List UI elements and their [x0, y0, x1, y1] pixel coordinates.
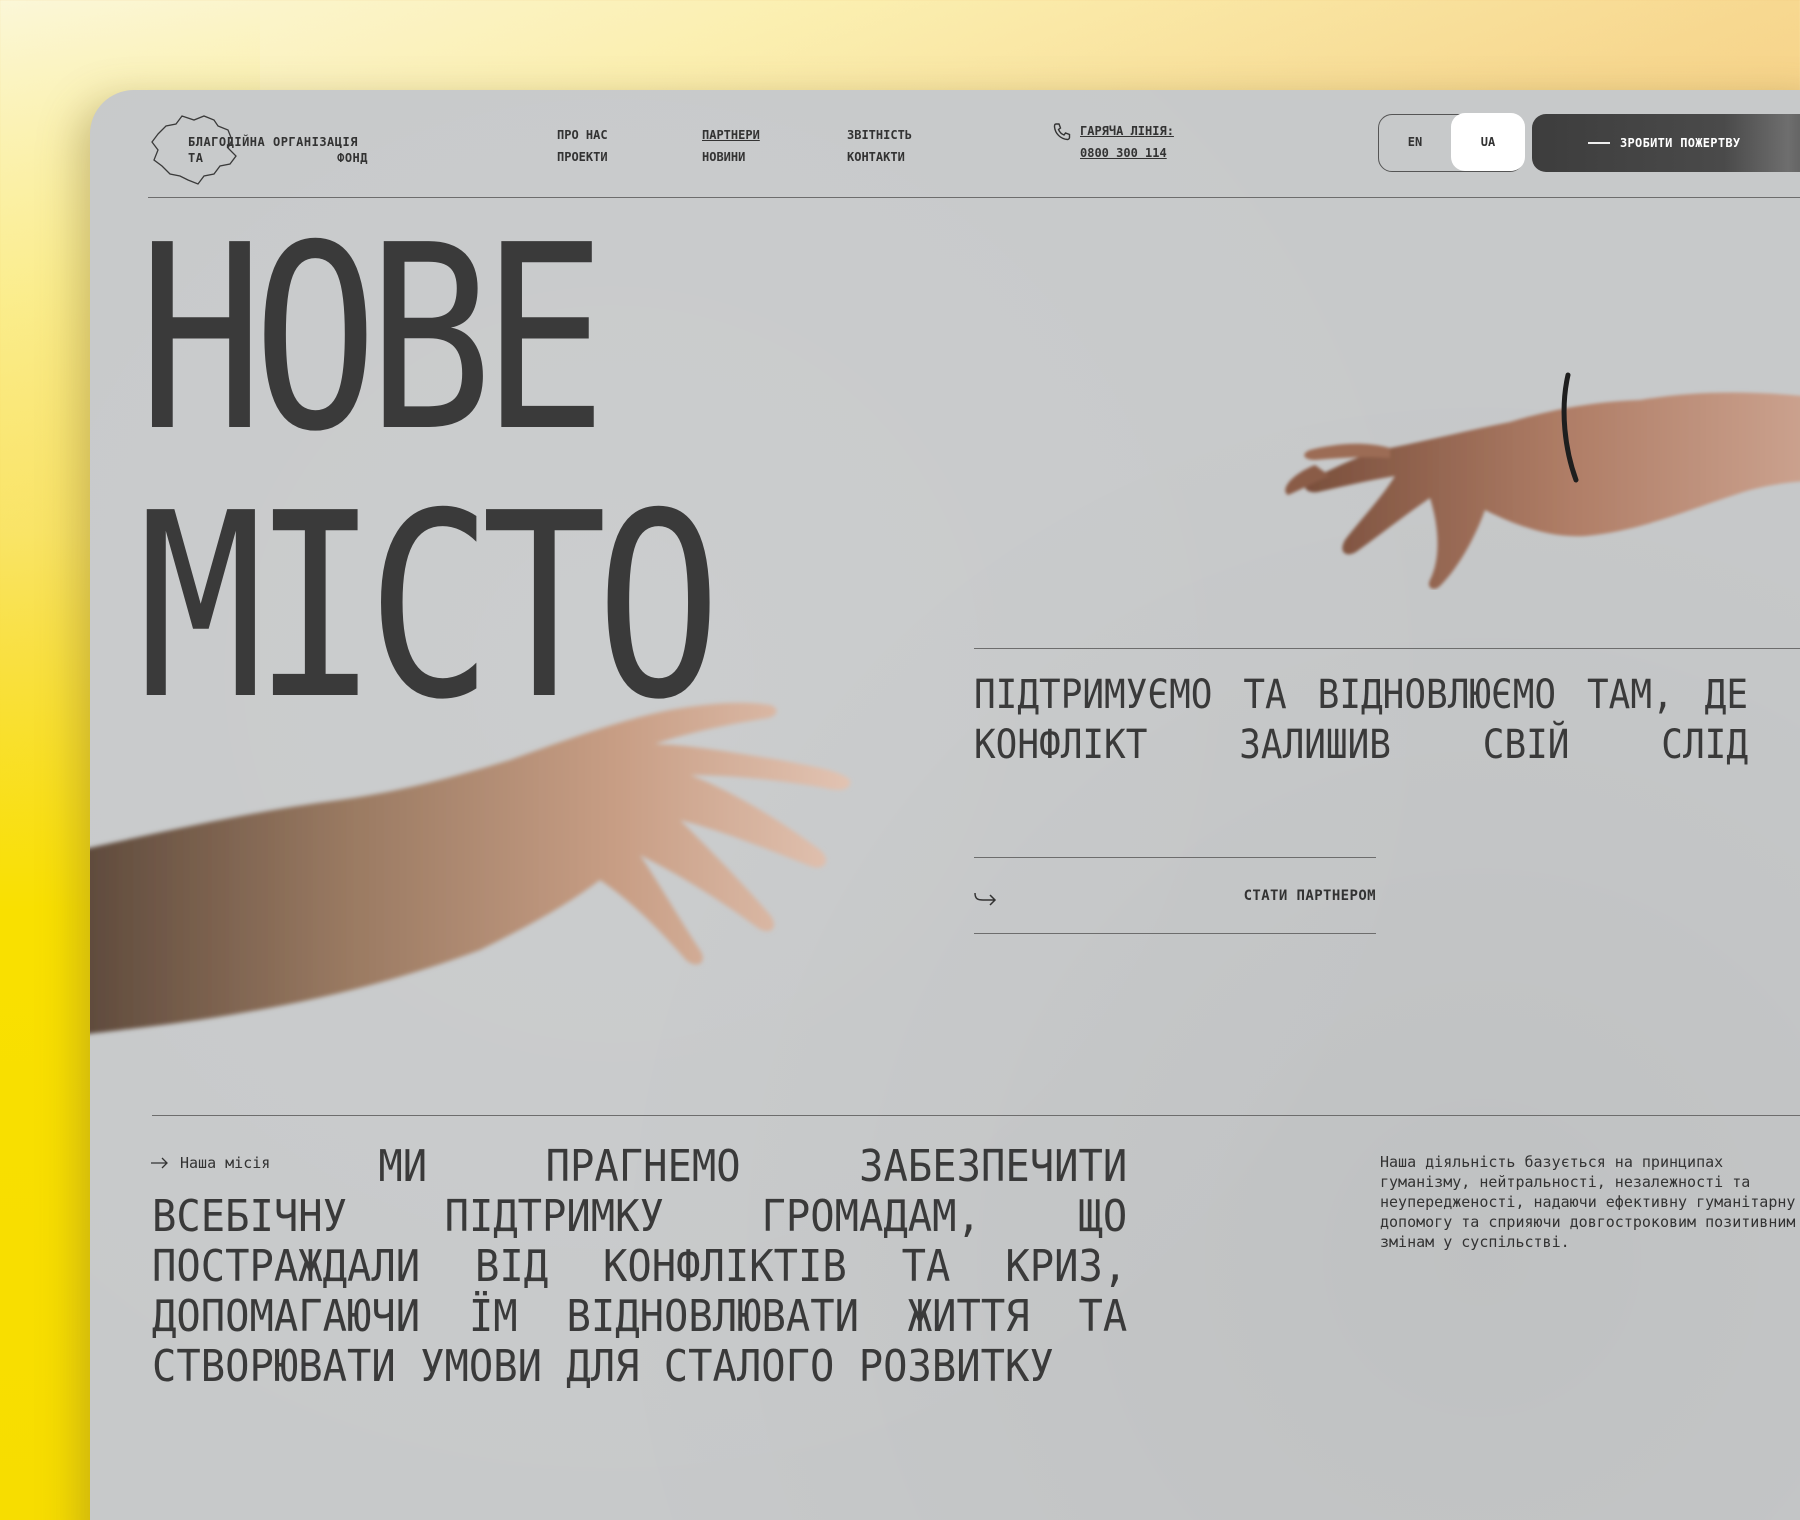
- nav-item-partners[interactable]: ПАРТНЕРИ: [702, 124, 760, 146]
- website-screen: БЛАГОДІЙНА ОРГАНІЗАЦІЯ ТА ФОНД ПРО НАС П…: [90, 90, 1800, 1520]
- nav-item-about[interactable]: ПРО НАС: [557, 124, 608, 146]
- logo-text: БЛАГОДІЙНА ОРГАНІЗАЦІЯ ТА ФОНД: [188, 134, 368, 166]
- nav-item-projects[interactable]: ПРОЕКТИ: [557, 146, 608, 168]
- cta-top-divider: [974, 857, 1376, 858]
- donate-button-label: ЗРОБИТИ ПОЖЕРТВУ: [1620, 136, 1741, 150]
- cta-bottom-divider: [974, 933, 1376, 934]
- hotline-label: ГАРЯЧА ЛІНІЯ:: [1080, 124, 1174, 138]
- principles-text: Наша діяльність базується на принципах г…: [1380, 1153, 1796, 1251]
- hotline[interactable]: ГАРЯЧА ЛІНІЯ: 0800 300 114: [1053, 120, 1174, 164]
- hero-title-line-1: НОВЕ: [138, 191, 607, 488]
- logo-line-2-left: ТА: [188, 151, 204, 165]
- nav-column-2: ПАРТНЕРИ НОВИНИ: [702, 124, 760, 168]
- logo-line-1: БЛАГОДІЙНА ОРГАНІЗАЦІЯ: [188, 135, 358, 149]
- logo-line-2-right: ФОНД: [337, 151, 368, 165]
- language-option-ua[interactable]: UA: [1451, 113, 1525, 171]
- hotline-number[interactable]: 0800 300 114: [1080, 142, 1174, 164]
- mission-divider: [152, 1115, 1800, 1116]
- tagline-top-divider: [974, 648, 1800, 649]
- dash-icon: [1588, 142, 1610, 144]
- become-partner-label: СТАТИ ПАРТНЕРОМ: [1243, 888, 1376, 904]
- hero-tagline: ПІДТРИМУЄМО ТА ВІДНОВЛЮЄМО ТАМ, ДЕ КОНФЛ…: [974, 672, 1748, 768]
- logo[interactable]: БЛАГОДІЙНА ОРГАНІЗАЦІЯ ТА ФОНД: [148, 104, 388, 194]
- language-toggle[interactable]: EN UA: [1378, 113, 1525, 172]
- arrow-right-icon: [974, 892, 997, 906]
- donate-button[interactable]: ЗРОБИТИ ПОЖЕРТВУ: [1532, 114, 1800, 172]
- nav-item-contacts[interactable]: КОНТАКТИ: [847, 146, 912, 168]
- phone-icon: [1053, 123, 1071, 141]
- nav-item-news[interactable]: НОВИНИ: [702, 146, 760, 168]
- mission-statement: МИ ПРАГНЕМО ЗАБЕЗПЕЧИТИ ВСЕБІЧНУ ПІДТРИМ…: [152, 1141, 1128, 1392]
- nav-column-3: ЗВІТНІСТЬ КОНТАКТИ: [847, 124, 912, 168]
- reaching-hand-right-image: [1285, 372, 1800, 589]
- become-partner-link[interactable]: СТАТИ ПАРТНЕРОМ: [974, 860, 1376, 936]
- nav-item-reports[interactable]: ЗВІТНІСТЬ: [847, 124, 912, 146]
- nav-column-1: ПРО НАС ПРОЕКТИ: [557, 124, 608, 168]
- reaching-hand-left-image: [90, 702, 851, 1034]
- language-option-en[interactable]: EN: [1379, 115, 1451, 170]
